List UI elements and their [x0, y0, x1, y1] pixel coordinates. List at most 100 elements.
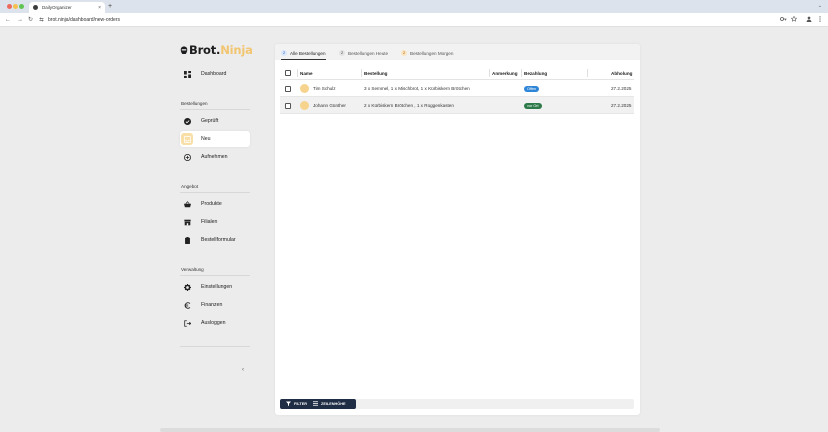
divider: [180, 346, 250, 347]
column-separator: [587, 69, 588, 77]
checkbox[interactable]: [285, 85, 291, 92]
column-header-bezahlung[interactable]: Bezahlung: [524, 66, 547, 80]
back-button[interactable]: ←: [5, 16, 11, 24]
favicon-icon: [33, 5, 38, 10]
table-row[interactable]: Tim Schulz 3 x Semmel, 1 x Mischbrot, 1 …: [280, 80, 634, 97]
sidebar-item-label: Geprüft: [201, 118, 219, 124]
browser-tabstrip: DailyOrganizer × + ⌄: [0, 0, 828, 13]
column-header-anmerkung[interactable]: Anmerkung: [492, 66, 518, 80]
sidebar-item-aufnehmen[interactable]: Aufnehmen: [180, 149, 250, 165]
column-header-name[interactable]: Name: [300, 66, 313, 80]
payment-status-badge: vor Ort: [524, 102, 542, 109]
checkbox[interactable]: [285, 70, 291, 76]
logo[interactable]: Brot. Ninja: [180, 43, 253, 57]
filter-button[interactable]: FILTER: [286, 401, 307, 407]
row-checkbox[interactable]: [285, 97, 291, 114]
tab-bestellungen-morgen[interactable]: 2 Bestellungen Morgen: [401, 47, 453, 59]
sidebar-item-label: Aufnehmen: [201, 154, 228, 160]
sidebar-item-dashboard[interactable]: Dashboard: [180, 66, 250, 82]
sidebar-item-label: Einstellungen: [201, 284, 233, 290]
table-row[interactable]: Johann Günther 2 x Kürbiskern Brötchen ,…: [280, 97, 634, 114]
sidebar-item-einstellungen[interactable]: Einstellungen: [180, 279, 250, 295]
site-info-icon[interactable]: [39, 17, 44, 24]
inbox-icon: [181, 133, 193, 145]
orders-tabs: 2 Alle Bestellungen 2 Bestellungen Heute…: [275, 44, 640, 60]
row-checkbox[interactable]: [285, 80, 291, 97]
logout-icon: [181, 317, 193, 329]
customer-name: Johann Günther: [313, 103, 346, 108]
tab-count-badge: 2: [339, 50, 345, 56]
sidebar-item-produkte[interactable]: Produkte: [180, 196, 250, 212]
sidebar-item-bestellformular[interactable]: Bestellformular: [180, 232, 250, 248]
cell-bestellung: 2 x Kürbiskern Brötchen , 1 x Roggenkast…: [364, 103, 454, 108]
sidebar-item-label: Neu: [201, 136, 211, 142]
tab-count-badge: 2: [281, 50, 287, 56]
cell-bezahlung: vor Ort: [524, 97, 542, 114]
dashboard-icon: [181, 68, 193, 80]
column-separator: [297, 69, 298, 77]
orders-card: 2 Alle Bestellungen 2 Bestellungen Heute…: [275, 44, 640, 415]
select-all-checkbox[interactable]: [285, 66, 291, 80]
bookmark-star-icon[interactable]: [790, 15, 798, 25]
filter-icon: [286, 401, 291, 407]
tab-search-icon[interactable]: ⌄: [818, 3, 822, 9]
sidebar: Brot. Ninja Dashboard Bestellungen Geprüf…: [180, 27, 253, 432]
tab-bestellungen-heute[interactable]: 2 Bestellungen Heute: [339, 47, 388, 59]
sidebar-item-label: Dashboard: [201, 71, 227, 77]
sidebar-item-label: Filialen: [201, 219, 218, 225]
forward-button[interactable]: →: [17, 16, 23, 24]
row-height-label: ZEILENHÖHE: [321, 402, 346, 406]
address-bar[interactable]: brot.ninja/dashboard/new-orders: [39, 15, 789, 25]
password-key-icon[interactable]: [780, 16, 787, 25]
sidebar-item-label: Produkte: [201, 201, 222, 207]
ninja-logo-icon: [180, 46, 188, 54]
browser-toolbar: ← → ↻ brot.ninja/dashboard/new-orders: [0, 13, 828, 27]
column-header-abholung[interactable]: Abholung: [611, 66, 632, 80]
reload-button[interactable]: ↻: [28, 16, 33, 24]
close-window-button[interactable]: [7, 4, 12, 9]
tab-count-badge: 2: [401, 50, 407, 56]
profile-icon[interactable]: [806, 16, 812, 25]
divider: [180, 275, 250, 276]
checkbox[interactable]: [285, 102, 291, 109]
section-label-bestellungen: Bestellungen: [181, 101, 208, 106]
store-icon: [181, 216, 193, 228]
cell-name: Johann Günther: [300, 97, 346, 114]
cell-bezahlung: Offen: [524, 80, 540, 97]
sidebar-item-label: Bestellformular: [201, 237, 236, 243]
column-header-bestellung[interactable]: Bestellung: [364, 66, 387, 80]
sidebar-item-neu[interactable]: Neu: [180, 131, 250, 147]
tab-alle-bestellungen[interactable]: 2 Alle Bestellungen: [281, 47, 326, 60]
sidebar-item-label: Ausloggen: [201, 320, 226, 326]
column-separator: [361, 69, 362, 77]
payment-status-badge: Offen: [524, 85, 540, 92]
logo-text-accent: Ninja: [220, 43, 253, 57]
sidebar-item-ausloggen[interactable]: Ausloggen: [180, 315, 250, 331]
sidebar-item-geprueft[interactable]: Geprüft: [180, 113, 250, 129]
basket-icon: [181, 198, 193, 210]
browser-menu-icon[interactable]: [819, 16, 821, 25]
tab-label: Alle Bestellungen: [290, 50, 326, 56]
column-separator: [489, 69, 490, 77]
new-tab-button[interactable]: +: [108, 2, 112, 11]
customer-name: Tim Schulz: [313, 86, 336, 91]
minimize-window-button[interactable]: [13, 4, 18, 9]
row-height-button[interactable]: ZEILENHÖHE: [313, 401, 346, 407]
filter-label: FILTER: [294, 402, 308, 406]
cell-abholung: 27.2.2025: [611, 103, 632, 108]
tab-close-icon[interactable]: ×: [98, 5, 101, 11]
footer-actions: FILTER ZEILENHÖHE: [280, 399, 356, 409]
dock-shadow: [160, 428, 660, 432]
browser-tab[interactable]: DailyOrganizer ×: [29, 2, 105, 13]
sidebar-item-finanzen[interactable]: Finanzen: [180, 297, 250, 313]
gear-icon: [181, 281, 193, 293]
collapse-sidebar-button[interactable]: ‹: [242, 367, 244, 373]
tab-label: Bestellungen Morgen: [410, 50, 454, 56]
sidebar-item-filialen[interactable]: Filialen: [180, 214, 250, 230]
check-circle-icon: [181, 115, 193, 127]
divider: [180, 109, 250, 110]
euro-icon: [181, 299, 193, 311]
maximize-window-button[interactable]: [19, 4, 24, 9]
cell-name: Tim Schulz: [300, 80, 336, 97]
cell-abholung: 27.2.2025: [611, 86, 632, 91]
